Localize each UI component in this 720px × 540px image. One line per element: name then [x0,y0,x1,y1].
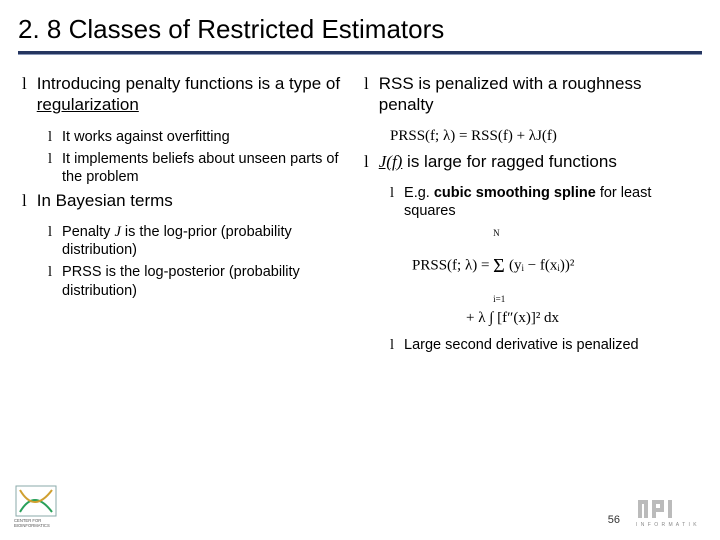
bullet-text: RSS is penalized with a roughness penalt… [379,73,698,116]
right-point-2: l J(f) is large for ragged functions [364,151,698,172]
bullet-text: PRSS is the log-posterior (probability d… [62,263,356,299]
bullet-icon: l [22,190,27,211]
left-column: l Introducing penalty functions is a typ… [22,73,356,359]
page-number: 56 [608,514,620,526]
eq-fragment: PRSS(f; λ) = [412,258,493,274]
bullet-text: It implements beliefs about unseen parts… [62,150,356,186]
slide-title: 2. 8 Classes of Restricted Estimators [0,0,720,51]
sigma-icon: Σ [493,255,505,277]
right-point-2-sub1: l E.g. cubic smoothing spline for least … [390,184,698,220]
text-fragment: E.g. [404,185,434,201]
equation-prss-basic: PRSS(f; λ) = RSS(f) + λJ(f) [390,128,698,145]
bullet-text: Large second derivative is penalized [404,336,698,354]
bullet-icon: l [48,223,52,259]
text-fragment: Penalty [62,224,114,240]
bullet-icon: l [48,150,52,186]
bullet-icon: l [390,336,394,354]
equation-line-1: PRSS(f; λ) = N Σi=1 (yᵢ − f(xᵢ))² [412,226,698,306]
bullet-text: Introducing penalty functions is a type … [37,73,356,116]
left-point-2-sub1: l Penalty J is the log-prior (probabilit… [48,223,356,259]
text-fragment: is large for ragged functions [402,152,617,171]
bullet-icon: l [22,73,27,116]
content-columns: l Introducing penalty functions is a typ… [0,55,720,359]
left-point-2: l In Bayesian terms [22,190,356,211]
sum-upper: N [493,228,500,238]
sum-symbol: N Σi=1 [493,226,505,306]
left-point-1-sub1: l It works against overfitting [48,128,356,146]
left-point-1-sub2: l It implements beliefs about unseen par… [48,150,356,186]
left-point-1: l Introducing penalty functions is a typ… [22,73,356,116]
text-bold: cubic smoothing spline [434,185,596,201]
bullet-icon: l [48,263,52,299]
bullet-icon: l [364,73,369,116]
logo-caption-2: BIOINFORMATICS [14,523,50,528]
right-point-1: l RSS is penalized with a roughness pena… [364,73,698,116]
equation-prss-spline: PRSS(f; λ) = N Σi=1 (yᵢ − f(xᵢ))² + λ ∫ [… [412,226,698,330]
bullet-icon: l [48,128,52,146]
bullet-text: Penalty J is the log-prior (probability … [62,223,356,259]
bullet-text: J(f) is large for ragged functions [379,151,698,172]
bullet-icon: l [364,151,369,172]
text-underline: regularization [37,95,139,114]
text-italic-underline: J(f) [379,152,403,171]
left-point-2-sub2: l PRSS is the log-posterior (probability… [48,263,356,299]
right-point-2-sub2: l Large second derivative is penalized [390,336,698,354]
sum-lower: i=1 [493,294,505,304]
text-fragment: Introducing penalty functions is a type … [37,74,340,93]
bullet-text: In Bayesian terms [37,190,356,211]
right-column: l RSS is penalized with a roughness pena… [364,73,698,359]
eq-fragment: (yᵢ − f(xᵢ))² [509,258,574,274]
bullet-icon: l [390,184,394,220]
bullet-text: E.g. cubic smoothing spline for least sq… [404,184,698,220]
mpi-logo: I N F O R M A T I K [636,496,706,530]
logo-caption: I N F O R M A T I K [636,522,698,528]
bioinformatics-logo: CENTER FOR BIOINFORMATICS [14,484,74,530]
bullet-text: It works against overfitting [62,128,356,146]
equation-line-2: + λ ∫ [f″(x)]² dx [412,306,698,330]
